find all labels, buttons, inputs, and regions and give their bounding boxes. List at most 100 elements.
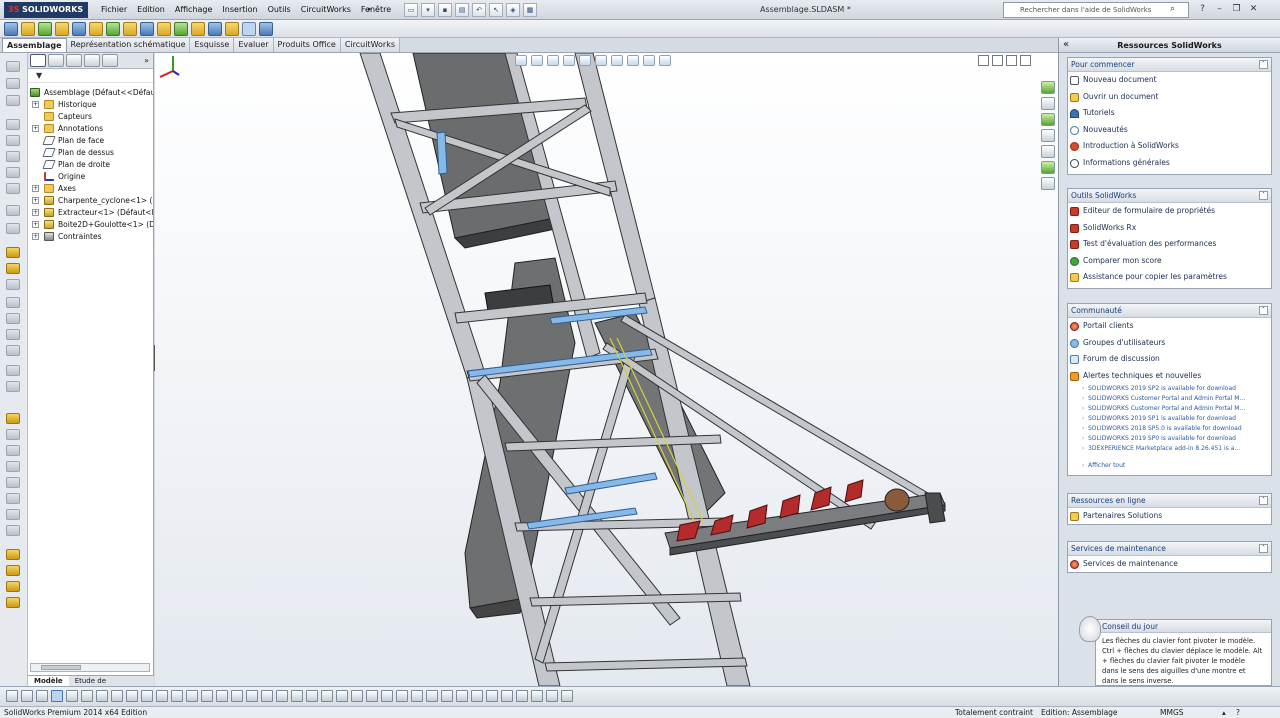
design-library-tab-icon[interactable] bbox=[1041, 97, 1055, 110]
tree-item[interactable]: + Axes bbox=[28, 183, 153, 195]
new-file-icon[interactable]: ▭ bbox=[404, 3, 418, 17]
view-settings-icon[interactable] bbox=[659, 55, 671, 66]
hide-show-items-icon[interactable] bbox=[611, 55, 623, 66]
selection-filter-icon[interactable] bbox=[51, 690, 63, 702]
section-header[interactable]: Pour commencer ˄ bbox=[1068, 58, 1271, 72]
new-motion-study-icon[interactable] bbox=[140, 22, 154, 36]
viewport-minimize-icon[interactable] bbox=[978, 55, 989, 66]
insert-component-icon[interactable] bbox=[4, 22, 18, 36]
link-comparer-score[interactable]: Comparer mon score bbox=[1068, 253, 1271, 270]
selection-filter-icon[interactable] bbox=[36, 690, 48, 702]
news-item[interactable]: 3DEXPERIENCE Marketplace add-in 8.26.451… bbox=[1068, 444, 1271, 454]
news-item[interactable]: SOLIDWORKS 2019 SP2 is available for dow… bbox=[1068, 384, 1271, 394]
menu-outils[interactable]: Outils bbox=[263, 0, 296, 20]
search-icon[interactable]: ⌕ bbox=[1170, 4, 1175, 14]
sketch-tool-icon[interactable] bbox=[6, 205, 20, 216]
link-partenaires-solutions[interactable]: Partenaires Solutions bbox=[1068, 508, 1271, 525]
viewport-restore-icon[interactable] bbox=[1006, 55, 1017, 66]
chevron-up-icon[interactable]: ˄ bbox=[1259, 544, 1268, 553]
link-forum[interactable]: Forum de discussion bbox=[1068, 351, 1271, 368]
rebuild-icon[interactable]: ◈ bbox=[506, 3, 520, 17]
link-editeur-formulaire[interactable]: Editeur de formulaire de propriétés bbox=[1068, 203, 1271, 220]
tree-item[interactable]: + Contraintes bbox=[28, 231, 153, 243]
selection-filter-icon[interactable] bbox=[111, 690, 123, 702]
display-manager-tab-icon[interactable] bbox=[102, 54, 118, 67]
selection-filter-icon[interactable] bbox=[306, 690, 318, 702]
search-tab-icon[interactable] bbox=[1041, 129, 1055, 142]
selection-filter-icon[interactable] bbox=[411, 690, 423, 702]
tab-produits-office[interactable]: Produits Office bbox=[273, 38, 341, 52]
custom-properties-tab-icon[interactable] bbox=[1041, 177, 1055, 190]
selection-filter-icon[interactable] bbox=[126, 690, 138, 702]
expand-toggle-icon[interactable]: + bbox=[32, 209, 39, 216]
selection-filter-icon[interactable] bbox=[486, 690, 498, 702]
explode-line-sketch-icon[interactable] bbox=[191, 22, 205, 36]
tree-item[interactable]: Capteurs bbox=[28, 111, 153, 123]
print-icon[interactable]: ▤ bbox=[455, 3, 469, 17]
link-services-maintenance[interactable]: Services de maintenance bbox=[1068, 556, 1271, 573]
tree-item[interactable]: Plan de droite bbox=[28, 159, 153, 171]
link-informations-generales[interactable]: Informations générales bbox=[1068, 155, 1271, 172]
view-tool-icon[interactable] bbox=[6, 78, 20, 89]
component-pattern-icon[interactable] bbox=[38, 22, 52, 36]
solidworks-resources-tab-icon[interactable] bbox=[1041, 81, 1055, 94]
news-item[interactable]: SOLIDWORKS 2018 SP5.0 is available for d… bbox=[1068, 424, 1271, 434]
expand-toggle-icon[interactable]: + bbox=[32, 233, 39, 240]
dimxpert-tab-icon[interactable] bbox=[84, 54, 100, 67]
feature-tool-icon[interactable] bbox=[6, 297, 20, 308]
status-help-icon[interactable]: ? bbox=[1236, 707, 1240, 718]
tab-modele[interactable]: Modèle bbox=[28, 676, 69, 686]
expand-toggle-icon[interactable]: + bbox=[32, 125, 39, 132]
selection-filter-icon[interactable] bbox=[426, 690, 438, 702]
instant3d-icon[interactable] bbox=[259, 22, 273, 36]
selection-filter-icon[interactable] bbox=[141, 690, 153, 702]
view-orientation-icon[interactable] bbox=[579, 55, 591, 66]
assembly-features-icon[interactable] bbox=[106, 22, 120, 36]
exploded-view-icon[interactable] bbox=[174, 22, 188, 36]
selection-filter-icon[interactable] bbox=[471, 690, 483, 702]
selection-filter-icon[interactable] bbox=[396, 690, 408, 702]
status-units-dropdown-icon[interactable]: ▴ bbox=[1222, 707, 1226, 718]
selection-filter-icon[interactable] bbox=[201, 690, 213, 702]
link-copier-parametres[interactable]: Assistance pour copier les paramètres bbox=[1068, 269, 1271, 286]
feature-tool-icon[interactable] bbox=[6, 345, 20, 356]
selection-filter-icon[interactable] bbox=[336, 690, 348, 702]
sketch-tool-icon[interactable] bbox=[6, 151, 20, 162]
hole-alignment-icon[interactable] bbox=[242, 22, 256, 36]
tree-item[interactable]: + Historique bbox=[28, 99, 153, 111]
graphics-viewport[interactable] bbox=[155, 53, 1058, 686]
news-item[interactable]: SOLIDWORKS 2019 SP1 is available for dow… bbox=[1068, 414, 1271, 424]
undo-icon[interactable]: ↶ bbox=[472, 3, 486, 17]
reference-geometry-icon[interactable] bbox=[123, 22, 137, 36]
view-tool-icon[interactable] bbox=[6, 95, 20, 106]
status-units[interactable]: MMGS bbox=[1160, 707, 1184, 718]
selection-filter-icon[interactable] bbox=[441, 690, 453, 702]
weldment-tool-icon[interactable] bbox=[6, 549, 20, 560]
tab-etude-de-mouvement[interactable]: Etude de mouvement 1 bbox=[69, 676, 154, 695]
previous-view-icon[interactable] bbox=[547, 55, 559, 66]
menu-edition[interactable]: Edition bbox=[132, 0, 170, 20]
tab-representation-schematique[interactable]: Représentation schématique bbox=[66, 38, 191, 52]
weldment-tool-icon[interactable] bbox=[6, 429, 20, 440]
bill-of-materials-icon[interactable] bbox=[157, 22, 171, 36]
tab-circuitworks[interactable]: CircuitWorks bbox=[340, 38, 400, 52]
menu-insertion[interactable]: Insertion bbox=[217, 0, 262, 20]
selection-filter-icon[interactable] bbox=[276, 690, 288, 702]
selection-filter-icon[interactable] bbox=[186, 690, 198, 702]
edit-appearance-icon[interactable] bbox=[627, 55, 639, 66]
weldment-tool-icon[interactable] bbox=[6, 461, 20, 472]
minimize-icon[interactable]: – bbox=[1213, 2, 1226, 16]
viewport-close-icon[interactable] bbox=[1020, 55, 1031, 66]
menu-circuitworks[interactable]: CircuitWorks bbox=[296, 0, 356, 20]
save-icon[interactable]: ▪ bbox=[438, 3, 452, 17]
menu-fenetre[interactable]: Fenêtre bbox=[356, 0, 396, 20]
chevron-up-icon[interactable]: ˄ bbox=[1259, 496, 1268, 505]
weldment-tool-icon[interactable] bbox=[6, 565, 20, 576]
tree-item[interactable]: Plan de dessus bbox=[28, 147, 153, 159]
expand-toggle-icon[interactable]: + bbox=[32, 221, 39, 228]
link-nouveau-document[interactable]: Nouveau document bbox=[1068, 72, 1271, 89]
view-palette-tab-icon[interactable] bbox=[1041, 145, 1055, 158]
sketch-tool-icon[interactable] bbox=[6, 183, 20, 194]
tree-item[interactable]: Assemblage (Défaut<<Défaut> bbox=[28, 87, 153, 99]
move-component-icon[interactable] bbox=[72, 22, 86, 36]
